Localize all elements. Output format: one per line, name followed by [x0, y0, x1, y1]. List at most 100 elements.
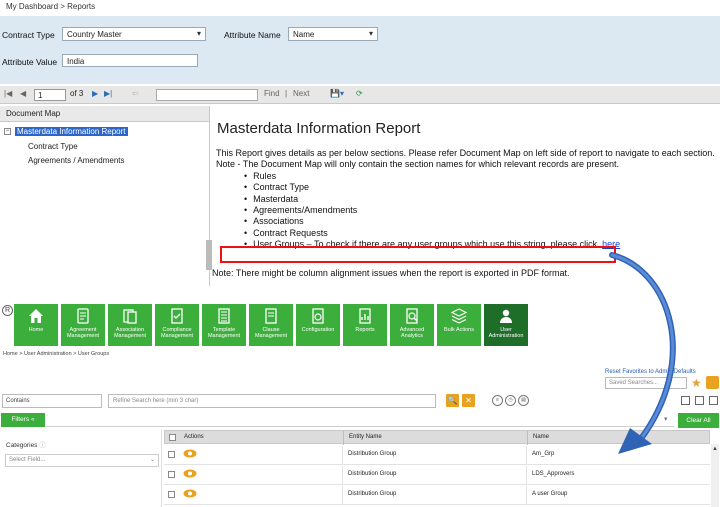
module-bulk-actions[interactable]: Bulk Actions — [437, 304, 481, 346]
eye-icon[interactable] — [183, 469, 197, 478]
column-header-actions[interactable]: Actions — [184, 434, 204, 440]
docmap-item-agreements[interactable]: Agreements / Amendments — [28, 156, 125, 165]
save-search-button[interactable] — [706, 376, 719, 389]
find-input[interactable] — [156, 89, 258, 101]
module-label: Configuration — [301, 327, 335, 333]
row-checkbox[interactable] — [168, 491, 175, 498]
docmap-root-item[interactable]: − Masterdata Information Report — [4, 127, 128, 136]
next-page-icon[interactable]: ▶ — [92, 89, 98, 98]
search-input[interactable]: Refine Search here (min 3 char) — [108, 394, 436, 408]
contract-type-value: Country Master — [67, 30, 122, 39]
clause-icon — [265, 308, 277, 324]
section-list: Rules Contract Type Masterdata Agreement… — [244, 171, 720, 251]
module-reports[interactable]: Reports — [343, 304, 387, 346]
report-body: This Report gives details as per below s… — [216, 148, 720, 251]
contains-select[interactable]: Contains — [2, 394, 102, 408]
grid-scrollbar[interactable]: ▲ — [711, 444, 719, 507]
association-icon — [123, 309, 137, 324]
module-label: User Administration — [488, 327, 524, 339]
scrollbar[interactable] — [206, 240, 212, 270]
module-template-management[interactable]: Template Management — [202, 304, 246, 346]
table-row[interactable]: Distribution Group A user Group — [164, 486, 710, 505]
module-home[interactable]: Home — [14, 304, 58, 346]
column-divider — [342, 446, 343, 465]
select-all-checkbox[interactable] — [169, 434, 176, 441]
column-header-entity-name[interactable]: Entity Name — [349, 434, 382, 440]
search-button[interactable]: 🔍 — [446, 394, 459, 407]
user-admin-icon — [500, 309, 512, 323]
docmap-root-label[interactable]: Masterdata Information Report — [15, 127, 128, 136]
entity-name-cell: Distribution Group — [348, 451, 397, 457]
clear-search-button[interactable]: ✕ — [462, 394, 475, 407]
contract-type-select[interactable]: Country Master ▾ — [62, 27, 206, 41]
report-title: Masterdata Information Report — [217, 120, 421, 137]
select-field-dropdown[interactable]: Select Field... ⌄ — [5, 454, 159, 467]
page-count: of 3 — [70, 89, 84, 98]
list-view-icon[interactable]: ≡ — [492, 395, 503, 406]
reset-favorites-link[interactable]: Reset Favorites to Admin Defaults — [605, 369, 696, 375]
chevron-down-icon: ⌄ — [149, 457, 155, 463]
highlight-box — [220, 246, 616, 263]
chevron-down-icon[interactable]: ▾ — [664, 415, 668, 423]
row-checkbox[interactable] — [168, 451, 175, 458]
first-page-icon[interactable]: |◀ — [4, 89, 12, 98]
collapse-icon[interactable]: − — [4, 128, 11, 136]
report-intro: This Report gives details as per below s… — [216, 148, 715, 158]
bookmark-icon[interactable]: ▤ — [518, 395, 529, 406]
grid-header: Actions Entity Name Name — [164, 430, 710, 445]
section-item: Rules — [244, 171, 720, 182]
select-field-placeholder: Select Field... — [9, 457, 46, 463]
entity-name-cell: Distribution Group — [348, 471, 397, 477]
last-page-icon[interactable]: ▶| — [104, 89, 112, 98]
module-label: Clause Management — [254, 327, 288, 339]
name-cell: LDS_Approvers — [532, 471, 575, 477]
module-label: Agreement Management — [66, 327, 100, 339]
refresh-icon[interactable]: ⟳ — [356, 89, 363, 98]
module-clause-management[interactable]: Clause Management — [249, 304, 293, 346]
clear-all-button[interactable]: Clear All — [678, 413, 719, 428]
table-view-icon[interactable] — [709, 396, 718, 405]
table-row[interactable]: Distribution Group LDS_Approvers — [164, 466, 710, 485]
previous-page-icon[interactable]: ◀ — [20, 89, 26, 98]
eye-icon[interactable] — [183, 449, 197, 458]
categories-text: Categories — [6, 442, 38, 449]
reports-icon — [359, 308, 371, 324]
column-view-icon[interactable] — [695, 396, 704, 405]
column-header-name[interactable]: Name — [533, 434, 549, 440]
section-item: Associations — [244, 216, 720, 227]
module-agreement-management[interactable]: Agreement Management — [61, 304, 105, 346]
module-label: Template Management — [207, 327, 241, 339]
saved-searches-select[interactable]: Saved Searches... — [605, 377, 687, 389]
docmap-item-contract-type[interactable]: Contract Type — [28, 142, 78, 151]
column-divider — [526, 486, 527, 505]
module-compliance-management[interactable]: Compliance Management — [155, 304, 199, 346]
table-row[interactable]: Distribution Group Am_Grp — [164, 446, 710, 465]
module-association-management[interactable]: Association Management — [108, 304, 152, 346]
module-advanced-analytics[interactable]: Advanced Analytics — [390, 304, 434, 346]
star-icon[interactable]: ★ — [691, 377, 702, 389]
grid-view-icon[interactable] — [681, 396, 690, 405]
attribute-name-label: Attribute Name — [224, 30, 281, 40]
history-icon[interactable]: ◷ — [505, 395, 516, 406]
find-link[interactable]: Find — [264, 89, 280, 98]
page-number-input[interactable]: 1 — [34, 89, 66, 101]
toolbar-separator: | — [285, 89, 288, 98]
scroll-up-icon[interactable]: ▲ — [712, 446, 718, 452]
next-link[interactable]: Next — [293, 89, 309, 98]
help-icon[interactable]: ⓘ — [39, 442, 46, 449]
attribute-value-label: Attribute Value — [2, 57, 58, 67]
filters-toggle-button[interactable]: Filters « — [1, 413, 45, 427]
filter-bar — [46, 413, 674, 427]
row-checkbox[interactable] — [168, 471, 175, 478]
bulk-actions-icon — [451, 308, 467, 324]
module-user-administration[interactable]: User Administration — [484, 304, 528, 346]
export-icon[interactable]: 💾▾ — [330, 89, 344, 98]
attribute-value-input[interactable]: India — [62, 54, 198, 67]
eye-icon[interactable] — [183, 489, 197, 498]
attribute-name-select[interactable]: Name ▾ — [288, 27, 378, 41]
module-label: Compliance Management — [160, 327, 194, 339]
report-note-pdf: Note: There might be column alignment is… — [212, 268, 570, 278]
module-label: Bulk Actions — [444, 327, 474, 333]
back-icon[interactable]: ⇦ — [132, 89, 139, 98]
module-configuration[interactable]: Configuration — [296, 304, 340, 346]
